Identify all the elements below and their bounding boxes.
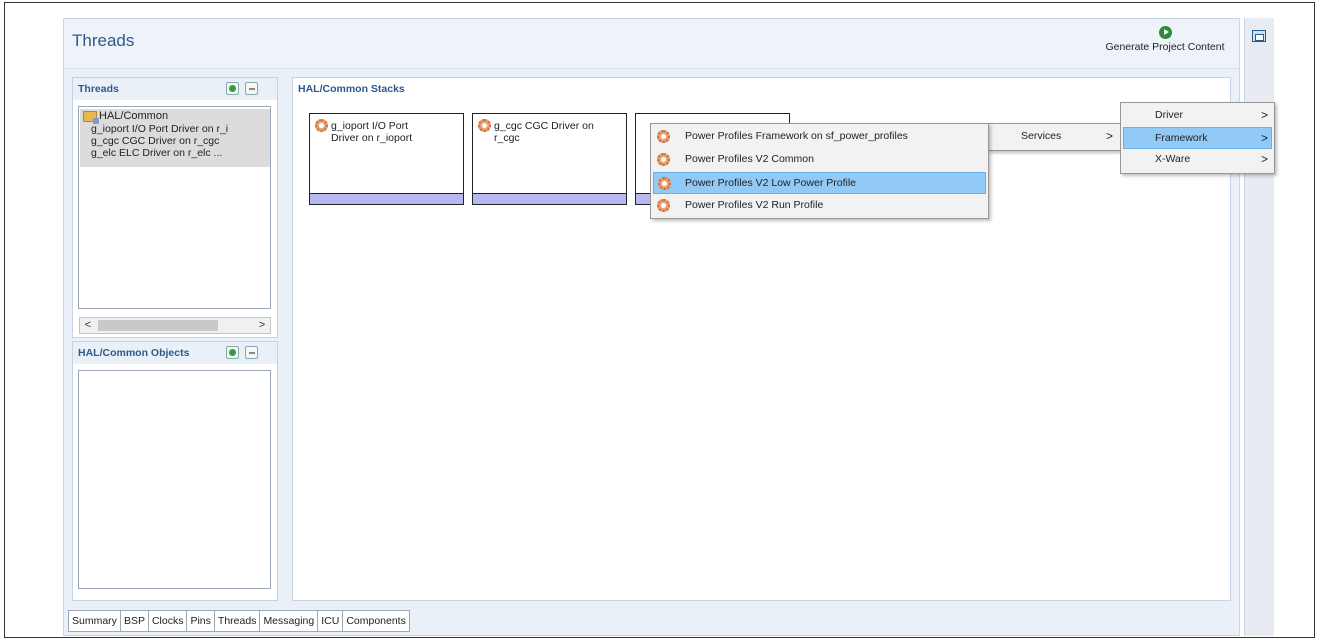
services-menu: Services > <box>988 123 1124 151</box>
configuration-editor: Threads Generate Project Content Threads… <box>63 18 1240 636</box>
menu-item-x-ware[interactable]: X-Ware > <box>1123 149 1272 171</box>
threads-panel: Threads HAL/Common g_ioport I/O Port Dri… <box>72 77 278 338</box>
x-ware-label: X-Ware <box>1155 153 1191 165</box>
remove-object-icon[interactable] <box>245 346 258 359</box>
framework-module-icon <box>657 199 670 212</box>
objects-panel-title: HAL/Common Objects <box>78 347 190 359</box>
scrollbar-thumb[interactable] <box>98 320 218 331</box>
generate-project-content-button[interactable]: Generate Project Content <box>1105 25 1225 63</box>
add-object-icon[interactable] <box>226 346 239 359</box>
stack-card-bar <box>473 193 626 204</box>
tree-item-elc[interactable]: g_elc ELC Driver on r_elc ... <box>91 147 222 159</box>
tab-components[interactable]: Components <box>343 611 409 631</box>
editor-title: Threads <box>72 31 135 50</box>
objects-panel: HAL/Common Objects <box>72 341 278 601</box>
thread-folder-icon <box>83 110 99 124</box>
objects-list[interactable] <box>78 370 271 589</box>
tab-icu[interactable]: ICU <box>318 611 344 631</box>
menu-item-power-profiles-v2-low-power[interactable]: Power Profiles V2 Low Power Profile <box>653 172 986 194</box>
menu-item-power-profiles-framework[interactable]: Power Profiles Framework on sf_power_pro… <box>653 126 986 148</box>
tab-clocks[interactable]: Clocks <box>149 611 188 631</box>
category-menu: Driver > Framework > X-Ware > <box>1120 102 1275 174</box>
submenu-arrow-icon: > <box>1105 129 1113 143</box>
threads-horizontal-scrollbar[interactable]: < > <box>79 317 271 334</box>
menu-item-label: Power Profiles V2 Common <box>685 153 814 165</box>
menu-item-label: Power Profiles V2 Low Power Profile <box>685 177 856 189</box>
driver-label: Driver <box>1155 109 1183 121</box>
stack-card-cgc[interactable]: g_cgc CGC Driver on r_cgc <box>472 113 627 205</box>
tree-root-label: HAL/Common <box>99 110 169 122</box>
tab-summary[interactable]: Summary <box>69 611 121 631</box>
submenu-arrow-icon: > <box>1260 131 1268 145</box>
tab-messaging[interactable]: Messaging <box>260 611 319 631</box>
framework-menu: Power Profiles Framework on sf_power_pro… <box>650 123 989 219</box>
framework-module-icon <box>657 130 670 143</box>
framework-label: Framework <box>1155 132 1208 144</box>
menu-item-power-profiles-v2-common[interactable]: Power Profiles V2 Common <box>653 149 986 171</box>
tab-threads[interactable]: Threads <box>214 611 261 631</box>
editor-tab-bar: Summary BSP Clocks Pins Threads Messagin… <box>68 610 410 632</box>
tab-pins[interactable]: Pins <box>187 611 215 631</box>
module-icon <box>478 119 491 132</box>
menu-item-framework[interactable]: Framework > <box>1123 127 1272 149</box>
stacks-panel-title: HAL/Common Stacks <box>298 83 405 95</box>
stack-card-ioport[interactable]: g_ioport I/O Port Driver on r_ioport <box>309 113 464 205</box>
threads-tree[interactable]: HAL/Common g_ioport I/O Port Driver on r… <box>78 106 271 309</box>
menu-item-label: Power Profiles Framework on sf_power_pro… <box>685 130 908 142</box>
restore-view-icon[interactable] <box>1252 30 1266 42</box>
menu-item-driver[interactable]: Driver > <box>1123 105 1272 127</box>
threads-panel-title: Threads <box>78 83 119 95</box>
scroll-left-icon[interactable]: < <box>81 319 95 332</box>
framework-module-icon <box>657 153 670 166</box>
submenu-arrow-icon: > <box>1260 152 1268 166</box>
play-icon <box>1158 26 1172 39</box>
module-icon <box>315 119 328 132</box>
remove-thread-icon[interactable] <box>245 82 258 95</box>
submenu-arrow-icon: > <box>1260 108 1268 122</box>
framework-module-icon <box>658 177 671 190</box>
stack-card-line: Driver on r_ioport <box>331 132 413 144</box>
menu-item-power-profiles-v2-run[interactable]: Power Profiles V2 Run Profile <box>653 195 986 217</box>
tab-bsp[interactable]: BSP <box>121 611 149 631</box>
scroll-right-icon[interactable]: > <box>255 319 269 332</box>
tree-item-cgc[interactable]: g_cgc CGC Driver on r_cgc <box>91 135 219 147</box>
menu-item-label: Power Profiles V2 Run Profile <box>685 199 824 211</box>
stack-card-line: r_cgc <box>494 132 520 144</box>
tree-item-hal-common[interactable]: HAL/Common <box>83 110 169 124</box>
tree-item-ioport[interactable]: g_ioport I/O Port Driver on r_i <box>91 123 228 135</box>
menu-item-services[interactable]: Services > <box>991 126 1121 148</box>
stack-card-bar <box>310 193 463 204</box>
editor-header: Threads Generate Project Content <box>64 19 1239 69</box>
stack-card-line: g_ioport I/O Port <box>331 120 409 132</box>
generate-project-content-label: Generate Project Content <box>1105 41 1225 53</box>
add-thread-icon[interactable] <box>226 82 239 95</box>
services-label: Services <box>1021 130 1062 142</box>
stack-card-line: g_cgc CGC Driver on <box>494 120 594 132</box>
